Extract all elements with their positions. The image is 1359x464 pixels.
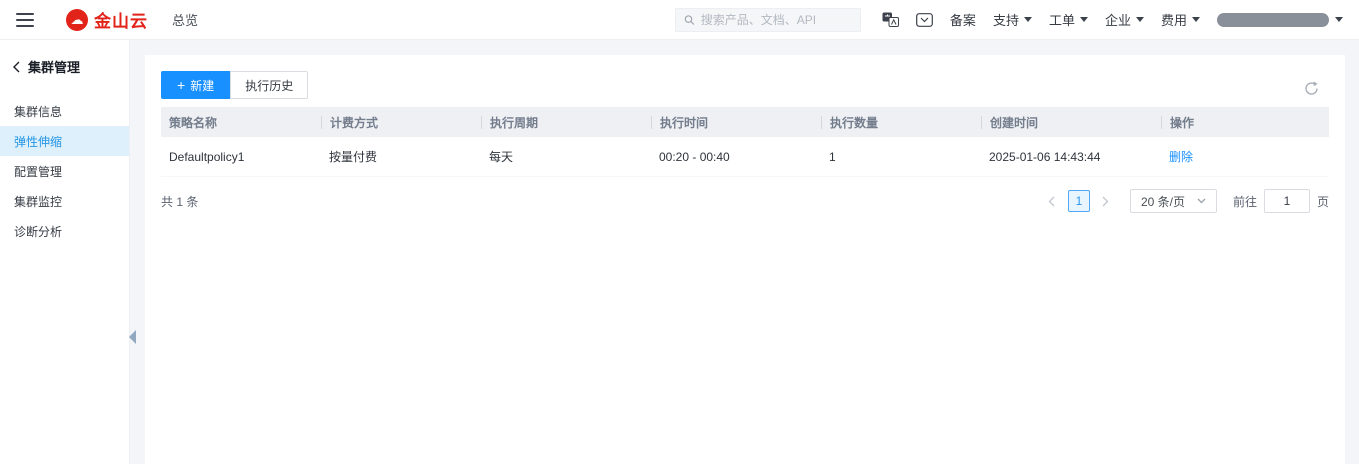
nav-enterprise[interactable]: 企业 [1105, 10, 1144, 29]
chevron-down-icon [1023, 17, 1032, 22]
col-cycle: 执行周期 [481, 107, 651, 137]
nav-tickets[interactable]: 工单 [1049, 10, 1088, 29]
table-header-row: 策略名称 计费方式 执行周期 执行时间 执行数量 创建时间 操作 [161, 107, 1329, 137]
page-number-button[interactable]: 1 [1067, 190, 1090, 212]
prev-page-button[interactable] [1044, 190, 1060, 212]
refresh-button[interactable] [1304, 81, 1319, 96]
sidebar: 集群管理 集群信息 弹性伸缩 配置管理 集群监控 诊断分析 [0, 40, 136, 464]
goto-label: 前往 [1232, 194, 1257, 209]
col-actions: 操作 [1161, 107, 1329, 137]
search-input[interactable] [700, 12, 852, 27]
sidebar-item-config-management[interactable]: 配置管理 [0, 156, 129, 186]
language-icon[interactable] [882, 12, 899, 27]
nav-overview[interactable]: 总览 [172, 10, 198, 29]
back-chevron-icon [13, 61, 20, 72]
col-billing: 计费方式 [321, 107, 481, 137]
chevron-down-icon [1192, 17, 1200, 22]
refresh-icon [1305, 81, 1318, 95]
search-icon [684, 14, 695, 25]
chevron-left-icon [1049, 196, 1055, 206]
toolbar: + 新建 执行历史 [161, 71, 1329, 99]
chevron-down-icon [1197, 198, 1206, 204]
sidebar-item-cluster-info[interactable]: 集群信息 [0, 96, 129, 126]
total-count-label: 共 1 条 [161, 194, 199, 209]
cell-billing: 按量付费 [329, 150, 378, 164]
account-menu[interactable] [1217, 12, 1343, 27]
plus-icon: + [177, 77, 186, 93]
account-name-redacted [1217, 12, 1329, 27]
next-page-button[interactable] [1098, 190, 1114, 212]
col-created-time: 创建时间 [981, 107, 1161, 137]
cell-cycle: 每天 [489, 150, 514, 164]
cell-exec-count: 1 [829, 149, 836, 164]
nav-billing[interactable]: 费用 [1161, 10, 1200, 29]
col-policy-name: 策略名称 [169, 115, 218, 130]
col-exec-time: 执行时间 [651, 107, 821, 137]
main-area: + 新建 执行历史 策略名称 计费方式 执行周期 执行时间 执行数量 创建时间 … [130, 40, 1359, 464]
search-box[interactable] [674, 7, 861, 32]
sidebar-item-diagnostics[interactable]: 诊断分析 [0, 216, 129, 246]
page-unit-label: 页 [1316, 194, 1329, 209]
sidebar-title-label: 集群管理 [28, 60, 81, 75]
chevron-down-icon [1335, 17, 1343, 22]
cell-created-time: 2025-01-06 14:43:44 [989, 149, 1101, 164]
sidebar-item-cluster-monitoring[interactable]: 集群监控 [0, 186, 129, 216]
delete-link[interactable]: 删除 [1169, 150, 1193, 164]
cloud-logo-icon: ☁ [66, 8, 88, 31]
chevron-right-icon [1102, 196, 1109, 206]
content-card: + 新建 执行历史 策略名称 计费方式 执行周期 执行时间 执行数量 创建时间 … [145, 55, 1345, 464]
nav-beian[interactable]: 备案 [950, 10, 976, 29]
pagination: 共 1 条 1 20 条/页 前往 1 页 [161, 189, 1329, 213]
sidebar-collapse-icon[interactable] [129, 330, 136, 344]
chevron-down-icon [1135, 17, 1144, 22]
chevron-down-icon [1079, 17, 1088, 22]
goto-page-input[interactable] [1263, 189, 1310, 213]
hamburger-menu-icon[interactable] [16, 12, 34, 27]
message-icon[interactable] [916, 12, 933, 27]
cell-policy-name: Defaultpolicy1 [169, 149, 245, 164]
execution-history-button[interactable]: 执行历史 [230, 71, 309, 99]
page-size-select[interactable]: 20 条/页 [1129, 189, 1217, 213]
topbar: ☁ 金山云 总览 备案 [0, 0, 1359, 40]
create-button[interactable]: + 新建 [161, 71, 231, 99]
brand-name: 金山云 [94, 12, 148, 31]
sidebar-back[interactable]: 集群管理 [0, 40, 129, 86]
sidebar-item-elastic-scaling[interactable]: 弹性伸缩 [0, 126, 129, 156]
col-exec-count: 执行数量 [821, 107, 981, 137]
table-row: Defaultpolicy1 按量付费 每天 00:20 - 00:40 1 2… [161, 137, 1329, 177]
brand-logo[interactable]: ☁ 金山云 [66, 7, 148, 32]
cell-exec-time: 00:20 - 00:40 [659, 149, 730, 164]
nav-support[interactable]: 支持 [993, 10, 1032, 29]
policy-table: 策略名称 计费方式 执行周期 执行时间 执行数量 创建时间 操作 Default… [161, 107, 1329, 177]
